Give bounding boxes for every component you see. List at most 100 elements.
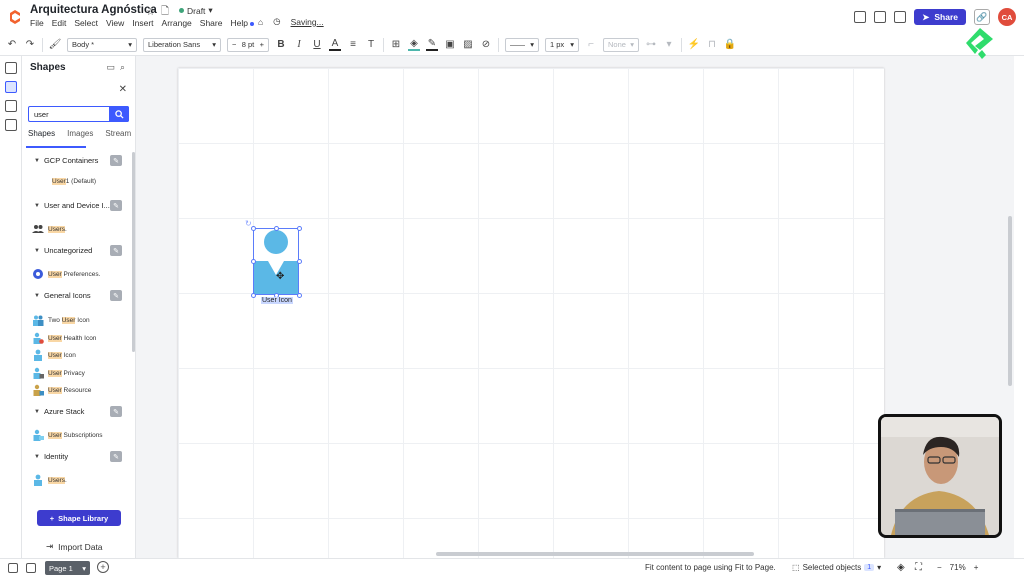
list-item[interactable]: Users. <box>32 223 67 235</box>
bold-button[interactable]: B <box>275 39 287 51</box>
clear-format-icon[interactable]: ⊘ <box>480 39 492 51</box>
text-color-icon[interactable]: A <box>329 38 341 51</box>
image-icon[interactable]: ▨ <box>462 39 474 51</box>
arrow-end-icon[interactable]: ⊶ <box>645 39 657 51</box>
pages-icon[interactable] <box>5 62 17 74</box>
shape-library-button[interactable]: + Shape Library <box>37 510 121 526</box>
menu-share[interactable]: Share <box>200 18 223 28</box>
resize-handle[interactable] <box>251 293 256 298</box>
list-item[interactable]: User Health Icon <box>32 332 96 344</box>
border-icon[interactable]: ⊞ <box>390 39 402 51</box>
menu-file[interactable]: File <box>30 18 44 28</box>
group-header[interactable]: ▼ GCP Containers <box>34 156 98 165</box>
underline-button[interactable]: U <box>311 39 323 51</box>
present-icon[interactable] <box>874 11 887 23</box>
vertical-scrollbar[interactable] <box>1008 216 1012 386</box>
gift-icon[interactable]: ⌂ <box>258 17 263 27</box>
pin-icon[interactable]: ✎ <box>110 200 122 211</box>
lock-open-icon[interactable]: ⊓ <box>706 39 718 51</box>
text-style-select[interactable]: Body * ▾ <box>67 37 137 52</box>
canvas-page[interactable] <box>178 68 884 558</box>
document-title[interactable]: Arquitectura Agnóstica <box>30 4 157 16</box>
undo-icon[interactable]: ↶ <box>6 39 18 51</box>
list-item[interactable]: Users. <box>32 474 67 486</box>
resize-handle[interactable] <box>297 293 302 298</box>
font-size-increase[interactable]: + <box>260 40 264 49</box>
rotate-handle-icon[interactable]: ↻ <box>245 219 252 228</box>
redo-icon[interactable]: ↷ <box>24 39 36 51</box>
zoom-level[interactable]: 71% <box>950 563 966 572</box>
fit-page-icon[interactable]: ⛶ <box>915 562 922 573</box>
fill-color-icon[interactable]: ◈ <box>408 38 420 51</box>
import-data-button[interactable]: ⇥ Import Data <box>46 541 103 552</box>
pin-icon[interactable]: ✎ <box>110 406 122 417</box>
pin-icon[interactable]: ✎ <box>110 290 122 301</box>
group-header[interactable]: ▼ Uncategorized <box>34 246 92 255</box>
star-icon[interactable]: ☆ <box>146 7 155 18</box>
italic-button[interactable]: I <box>293 39 305 51</box>
group-header[interactable]: ▼ User and Device I... <box>34 201 110 210</box>
tab-shapes[interactable]: Shapes <box>28 129 55 138</box>
menu-help[interactable]: Help <box>230 18 254 28</box>
pin-icon[interactable]: ✎ <box>110 155 122 166</box>
resize-handle[interactable] <box>251 226 256 231</box>
text-options-icon[interactable]: T <box>365 39 377 51</box>
comment-icon[interactable] <box>854 11 867 23</box>
format-painter-icon[interactable]: 🖌 <box>49 39 62 51</box>
draft-status[interactable]: Draft ▾ <box>179 5 213 16</box>
lightning-icon[interactable]: ⚡ <box>688 39 700 51</box>
shadow-icon[interactable]: ▣ <box>444 39 456 51</box>
line-width-select[interactable]: 1 px ▾ <box>545 37 579 52</box>
add-page-button[interactable]: + <box>97 561 109 573</box>
search-icon[interactable]: ⌕ <box>120 62 125 73</box>
list-item[interactable]: User Preferences. <box>32 268 100 280</box>
lucid-logo-icon[interactable] <box>8 10 22 24</box>
templates-icon[interactable] <box>5 100 17 112</box>
line-corner-icon[interactable]: ⌐ <box>585 39 597 51</box>
video-call-icon[interactable] <box>894 11 907 23</box>
group-header[interactable]: ▼ Azure Stack <box>34 407 84 416</box>
font-family-select[interactable]: Liberation Sans ▾ <box>143 37 221 52</box>
image-search-icon[interactable]: ▭ <box>106 62 115 73</box>
align-icon[interactable]: ≡ <box>347 39 359 51</box>
lock-icon[interactable]: 🔒 <box>724 39 736 51</box>
pin-icon[interactable]: ✎ <box>110 245 122 256</box>
list-item[interactable]: Two User Icon <box>32 314 90 326</box>
list-item[interactable]: User Privacy <box>32 367 85 379</box>
line-style-select[interactable]: —— ▾ <box>505 37 539 52</box>
menu-arrange[interactable]: Arrange <box>162 18 192 28</box>
resize-handle[interactable] <box>297 259 302 264</box>
resize-handle[interactable] <box>297 226 302 231</box>
font-size-stepper[interactable]: − 8 pt + <box>227 37 269 52</box>
search-input[interactable]: user <box>28 106 129 122</box>
avatar[interactable]: CA <box>998 8 1016 26</box>
horizontal-scrollbar[interactable] <box>436 552 754 556</box>
page-tab[interactable]: Page 1 ▾ <box>45 561 90 575</box>
close-icon[interactable]: ✕ <box>119 84 127 95</box>
shape-label[interactable]: User Icon <box>261 297 293 304</box>
group-header[interactable]: ▼ General Icons <box>34 291 91 300</box>
menu-view[interactable]: View <box>106 18 124 28</box>
resize-handle[interactable] <box>274 226 279 231</box>
list-item[interactable]: User Icon <box>32 349 76 361</box>
share-button[interactable]: ➤ Share <box>914 9 966 25</box>
layers-icon[interactable]: ◈ <box>897 562 905 573</box>
search-button[interactable] <box>109 106 129 122</box>
arrow-style-select[interactable]: None ▾ <box>603 37 639 52</box>
tab-stream[interactable]: Stream <box>105 129 131 138</box>
pin-icon[interactable]: ✎ <box>110 451 122 462</box>
font-size-decrease[interactable]: − <box>232 40 236 49</box>
group-header[interactable]: ▼ Identity <box>34 452 68 461</box>
menu-insert[interactable]: Insert <box>132 18 153 28</box>
list-item[interactable]: User Resource <box>32 384 91 396</box>
menu-edit[interactable]: Edit <box>52 18 67 28</box>
resize-handle[interactable] <box>251 259 256 264</box>
chevron-down-icon[interactable]: ▾ <box>82 564 86 573</box>
tab-images[interactable]: Images <box>67 129 93 138</box>
panel-scrollbar[interactable] <box>132 152 135 352</box>
copy-link-button[interactable]: 🔗 <box>974 9 990 25</box>
zoom-in-button[interactable]: + <box>974 563 979 572</box>
list-item[interactable]: User 1 (Default) <box>52 178 96 185</box>
list-item[interactable]: User Subscriptions <box>32 429 103 441</box>
selected-objects[interactable]: ⬚ Selected objects 1 ▾ <box>792 563 881 572</box>
